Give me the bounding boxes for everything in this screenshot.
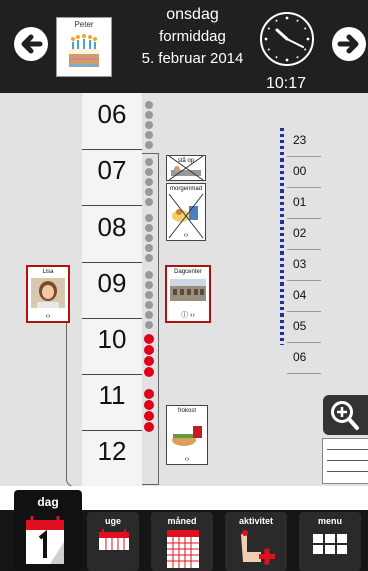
night-hour-label: 02 (293, 226, 307, 240)
night-hour-label: 01 (293, 195, 307, 209)
hour-label: 09 (97, 268, 127, 298)
hour-label: 11 (98, 380, 126, 410)
grid-menu-icon (313, 534, 347, 554)
activity-footer: ‹› (184, 456, 190, 463)
tab-dag[interactable]: dag (14, 490, 82, 571)
person-card-lisa[interactable]: Lisa ‹› (26, 265, 70, 323)
activity-label: frokost (177, 408, 196, 414)
day-calendar-icon (26, 516, 64, 564)
hour-label: 08 (97, 212, 127, 242)
hand-add-icon (241, 530, 275, 565)
activity-frokost[interactable]: frokost ‹› (166, 405, 208, 465)
hour-divider (82, 430, 142, 431)
activity-label: Dagcenter (174, 269, 202, 275)
hour-divider (82, 205, 142, 206)
arrow-right-icon (337, 34, 359, 54)
analog-clock-icon (260, 12, 314, 66)
night-hour-label: 04 (293, 288, 307, 302)
hour-label: 10 (97, 324, 127, 354)
tab-menu[interactable]: menu (299, 512, 361, 571)
magnifier-plus-icon (331, 401, 359, 430)
time-dots (143, 101, 155, 491)
night-hour-label: 05 (293, 319, 307, 333)
hour-label: 07 (97, 155, 127, 185)
person-track (66, 318, 81, 487)
user-avatar-card[interactable]: Peter (56, 17, 112, 77)
hour-divider (82, 318, 142, 319)
person-name: Lisa (42, 269, 54, 275)
hour-label: 12 (97, 436, 127, 466)
person-photo-icon (31, 278, 65, 308)
activity-staa-op[interactable]: stå op (166, 155, 206, 181)
weekday-text: onsdag (166, 6, 219, 23)
activity-dagcenter[interactable]: Dagcenter ⓘ ‹› (165, 265, 211, 323)
zoom-button[interactable] (323, 395, 368, 435)
day-schedule: 06 07 08 09 10 11 12 Lisa ‹› stå op morg… (0, 93, 368, 487)
building-icon (170, 279, 206, 301)
night-hour-label: 06 (293, 350, 307, 364)
night-hour-label: 23 (293, 133, 307, 147)
person-footer: ‹› (45, 313, 51, 320)
lunch-icon (172, 426, 202, 446)
hour-label: 06 (97, 99, 127, 129)
week-calendar-icon (99, 529, 129, 550)
activity-footer: ⓘ ‹› (181, 312, 195, 319)
next-day-button[interactable] (332, 27, 366, 61)
daypart-text: formiddag (159, 28, 226, 45)
night-hour-label: 00 (293, 164, 307, 178)
tab-uge[interactable]: uge (87, 512, 139, 571)
hour-divider (82, 149, 142, 150)
previous-day-button[interactable] (14, 27, 48, 61)
header-bar: Peter onsdag formiddag 5. februar 2014 1… (0, 0, 368, 93)
tab-aktivitet[interactable]: aktivitet (225, 512, 287, 571)
clock-time-text: 10:17 (265, 75, 307, 92)
tab-maaned[interactable]: måned (151, 512, 213, 571)
notes-button[interactable] (322, 438, 368, 484)
arrow-left-icon (21, 34, 43, 54)
date-text: 5. februar 2014 (141, 50, 244, 67)
activity-footer: ‹› (183, 232, 189, 239)
birthday-cake-icon (69, 34, 99, 67)
hour-divider (82, 374, 142, 375)
month-calendar-icon (167, 530, 199, 568)
bed-icon (168, 156, 204, 180)
activity-morgenmad[interactable]: morgenmad ‹› (166, 183, 206, 241)
night-hour-label: 03 (293, 257, 307, 271)
hour-divider (82, 262, 142, 263)
